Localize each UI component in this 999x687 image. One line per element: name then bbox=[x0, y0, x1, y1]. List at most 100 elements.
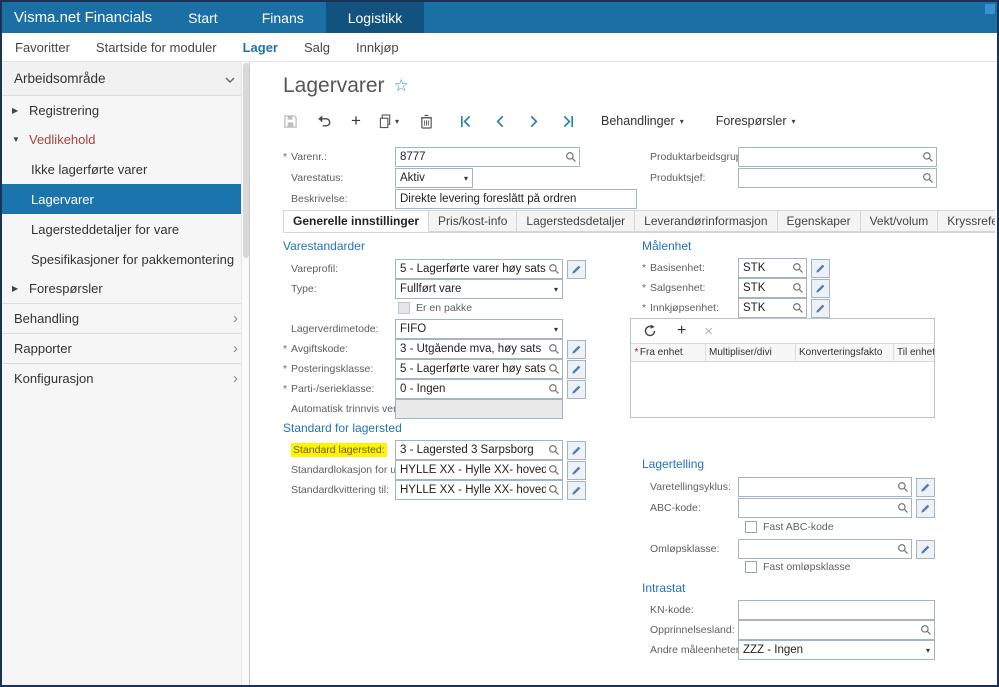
opprinnelsesland-input[interactable] bbox=[738, 620, 935, 640]
magnifier-icon[interactable] bbox=[790, 282, 804, 294]
sidebar-item-lagersteddetaljer[interactable]: Lagersteddetaljer for vare bbox=[2, 214, 249, 244]
standardlokasjon-edit-button[interactable] bbox=[567, 461, 586, 480]
first-record-button[interactable] bbox=[457, 110, 475, 132]
nav-item-favoritter[interactable]: Favoritter bbox=[2, 40, 83, 55]
tab-pris-kost-info[interactable]: Pris/kost-info bbox=[428, 210, 517, 232]
grid-refresh-button[interactable] bbox=[641, 320, 659, 342]
beskrivelse-input[interactable]: Direkte levering foreslått på ordren bbox=[395, 189, 637, 209]
produktarbeidsgruppe-input[interactable] bbox=[738, 147, 937, 167]
delete-button[interactable] bbox=[417, 110, 435, 132]
magnifier-icon[interactable] bbox=[918, 624, 932, 636]
varetellingsyklus-edit-button[interactable] bbox=[916, 478, 935, 497]
sidebar-item-ikke-lagerforte-varer[interactable]: Ikke lagerførte varer bbox=[2, 154, 249, 184]
basisenhet-input[interactable]: STK bbox=[738, 258, 807, 278]
tab-lagerstedsdetaljer[interactable]: Lagerstedsdetaljer bbox=[516, 210, 635, 232]
topbar-item-finans[interactable]: Finans bbox=[240, 2, 326, 33]
tab-leverandorinformasjon[interactable]: Leverandørinformasjon bbox=[634, 210, 777, 232]
sidebar-item-spesifikasjoner[interactable]: Spesifikasjoner for pakkemontering bbox=[2, 244, 249, 274]
omlopsklasse-edit-button[interactable] bbox=[916, 540, 935, 559]
magnifier-icon[interactable] bbox=[895, 543, 909, 555]
topbar-item-start[interactable]: Start bbox=[166, 2, 240, 33]
vareprofil-input[interactable]: 5 - Lagerførte varer høy sats bbox=[395, 259, 563, 279]
varenr-input[interactable]: 8777 bbox=[395, 147, 580, 167]
er-en-pakke-checkbox[interactable] bbox=[398, 302, 410, 314]
abc-kode-input[interactable] bbox=[738, 498, 912, 518]
caret-down-icon[interactable]: ▾ bbox=[924, 646, 932, 655]
standard-lagersted-edit-button[interactable] bbox=[567, 441, 586, 460]
magnifier-icon[interactable] bbox=[790, 262, 804, 274]
parti-serieklasse-input[interactable]: 0 - Ingen bbox=[395, 379, 563, 399]
tab-kryssreferanse[interactable]: Kryssreferanse bbox=[937, 210, 995, 232]
magnifier-icon[interactable] bbox=[546, 383, 560, 395]
lagerverdimetode-select[interactable]: FIFO ▾ bbox=[395, 319, 563, 339]
salgsenhet-input[interactable]: STK bbox=[738, 278, 807, 298]
avgiftskode-edit-button[interactable] bbox=[567, 340, 586, 359]
standardkvittering-input[interactable]: HYLLE XX - Hylle XX- hovedplasseri bbox=[395, 480, 563, 500]
nav-item-innkjop[interactable]: Innkjøp bbox=[343, 40, 412, 55]
type-select[interactable]: Fullført vare ▾ bbox=[395, 279, 563, 299]
posteringsklasse-input[interactable]: 5 - Lagerførte varer høy sats bbox=[395, 359, 563, 379]
caret-down-icon[interactable]: ▾ bbox=[552, 325, 560, 334]
omlopsklasse-input[interactable] bbox=[738, 539, 912, 559]
magnifier-icon[interactable] bbox=[546, 464, 560, 476]
tab-generelle-innstillinger[interactable]: Generelle innstillinger bbox=[283, 210, 429, 232]
fast-abc-checkbox[interactable] bbox=[745, 521, 757, 533]
magnifier-icon[interactable] bbox=[895, 481, 909, 493]
fast-omlop-checkbox[interactable] bbox=[745, 561, 757, 573]
standardkvittering-edit-button[interactable] bbox=[567, 481, 586, 500]
basisenhet-edit-button[interactable] bbox=[811, 259, 830, 278]
varetellingsyklus-input[interactable] bbox=[738, 477, 912, 497]
sidebar-section-rapporter[interactable]: Rapporter › bbox=[2, 333, 249, 363]
copy-paste-button[interactable]: ▾ bbox=[379, 110, 399, 132]
sidebar-item-registrering[interactable]: ▶ Registrering bbox=[2, 96, 249, 125]
add-record-button[interactable]: + bbox=[347, 110, 365, 132]
magnifier-icon[interactable] bbox=[895, 502, 909, 514]
abc-kode-edit-button[interactable] bbox=[916, 499, 935, 518]
magnifier-icon[interactable] bbox=[920, 151, 934, 163]
grid-column-multipliser[interactable]: Multipliser/divi bbox=[706, 344, 796, 361]
sidebar-section-konfigurasjon[interactable]: Konfigurasjon › bbox=[2, 363, 249, 393]
magnifier-icon[interactable] bbox=[546, 363, 560, 375]
magnifier-icon[interactable] bbox=[790, 302, 804, 314]
previous-record-button[interactable] bbox=[491, 110, 509, 132]
foresporsler-menu[interactable]: Forespørsler ▾ bbox=[716, 114, 796, 128]
sidebar-item-foresporsler[interactable]: ▶ Forespørsler bbox=[2, 274, 249, 303]
magnifier-icon[interactable] bbox=[546, 343, 560, 355]
grid-column-fra-enhet[interactable]: *Fra enhet bbox=[631, 344, 706, 361]
magnifier-icon[interactable] bbox=[563, 151, 577, 163]
nav-item-salg[interactable]: Salg bbox=[291, 40, 343, 55]
grid-add-row-button[interactable]: + bbox=[677, 323, 686, 339]
caret-down-icon[interactable]: ▾ bbox=[552, 285, 560, 294]
tab-egenskaper[interactable]: Egenskaper bbox=[777, 210, 861, 232]
sidebar-item-vedlikehold[interactable]: ▼ Vedlikehold bbox=[2, 125, 249, 154]
innkjopsenhet-edit-button[interactable] bbox=[811, 299, 830, 318]
save-button[interactable] bbox=[281, 110, 299, 132]
sidebar-scrollbar[interactable] bbox=[241, 62, 249, 685]
undo-button[interactable] bbox=[315, 110, 333, 132]
innkjopsenhet-input[interactable]: STK bbox=[738, 298, 807, 318]
varestatus-select[interactable]: Aktiv ▾ bbox=[395, 168, 473, 188]
last-record-button[interactable] bbox=[559, 110, 577, 132]
sidebar-item-lagervarer[interactable]: Lagervarer bbox=[2, 184, 249, 214]
standardlokasjon-input[interactable]: HYLLE XX - Hylle XX- hovedplasseri bbox=[395, 460, 563, 480]
magnifier-icon[interactable] bbox=[546, 444, 560, 456]
posteringsklasse-edit-button[interactable] bbox=[567, 360, 586, 379]
next-record-button[interactable] bbox=[525, 110, 543, 132]
produktsjef-input[interactable] bbox=[738, 168, 937, 188]
magnifier-icon[interactable] bbox=[546, 263, 560, 275]
standard-lagersted-input[interactable]: 3 - Lagersted 3 Sarpsborg bbox=[395, 440, 563, 460]
tab-vekt-volum[interactable]: Vekt/volum bbox=[860, 210, 939, 232]
salgsenhet-edit-button[interactable] bbox=[811, 279, 830, 298]
kn-kode-input[interactable] bbox=[738, 600, 935, 620]
magnifier-icon[interactable] bbox=[920, 172, 934, 184]
andre-maleenheter-select[interactable]: ZZZ - Ingen ▾ bbox=[738, 640, 935, 660]
favorite-star-icon[interactable]: ☆ bbox=[394, 76, 409, 96]
avgiftskode-input[interactable]: 3 - Utgående mva, høy sats bbox=[395, 339, 563, 359]
grid-column-konverteringsfaktor[interactable]: Konverteringsfakto bbox=[796, 344, 894, 361]
grid-body-empty[interactable] bbox=[631, 362, 934, 417]
sidebar-header-arbeidsomrade[interactable]: Arbeidsområde bbox=[2, 62, 249, 96]
nav-item-startside[interactable]: Startside for moduler bbox=[83, 40, 230, 55]
grid-delete-row-button[interactable]: × bbox=[704, 324, 713, 339]
grid-column-til-enhet[interactable]: Til enhet bbox=[894, 344, 934, 361]
magnifier-icon[interactable] bbox=[546, 484, 560, 496]
